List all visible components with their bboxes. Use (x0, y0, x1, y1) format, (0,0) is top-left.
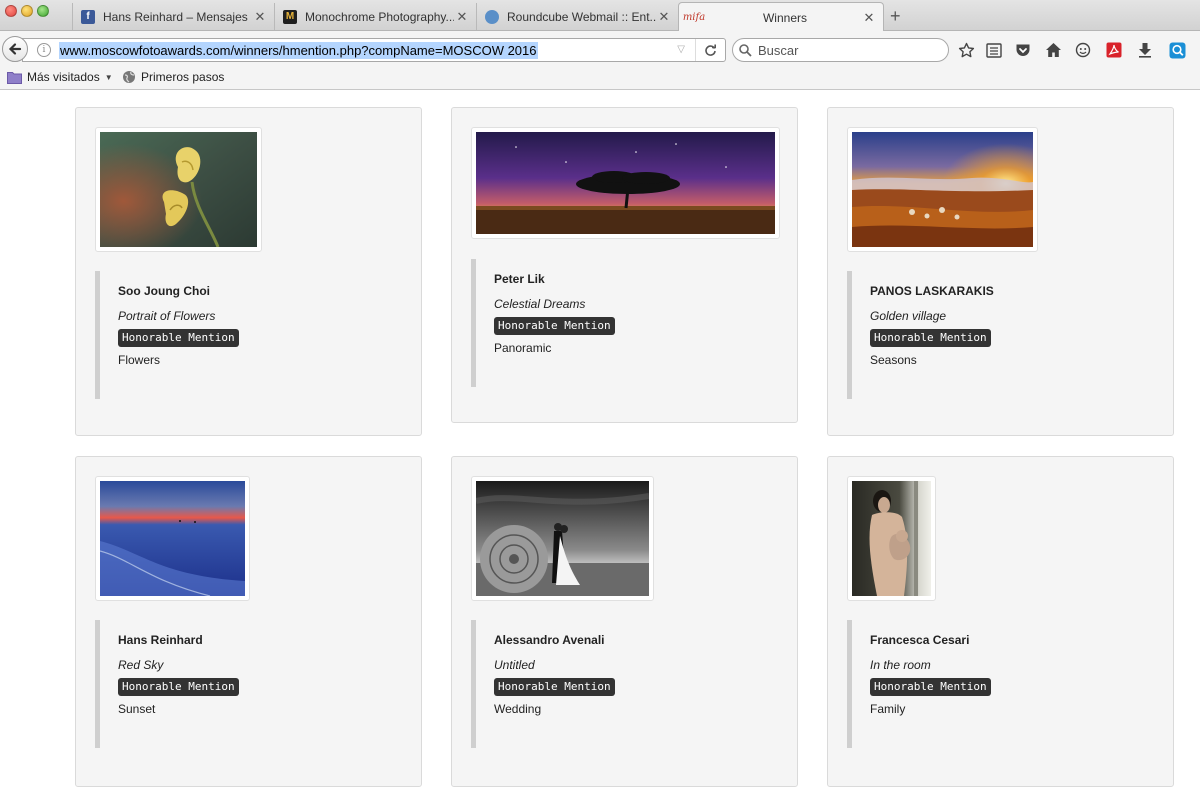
winner-author: Soo Joung Choi (118, 284, 210, 298)
tab-winners[interactable]: mifa Winners ✕ (678, 2, 884, 32)
address-bar[interactable]: i www.moscowfotoawards.com/winners/hment… (22, 38, 726, 62)
winner-title: Red Sky (118, 658, 164, 672)
winner-photo[interactable] (471, 127, 780, 239)
downloads-icon[interactable] (1136, 41, 1154, 59)
new-tab-icon[interactable]: + (890, 6, 901, 27)
close-icon[interactable]: ✕ (861, 10, 877, 26)
winner-card: Francesca Cesari In the room Honorable M… (827, 456, 1174, 787)
winner-title: Untitled (494, 658, 535, 672)
winner-card: PANOS LASKARAKIS Golden village Honorabl… (827, 107, 1174, 436)
winner-info: PANOS LASKARAKIS Golden village Honorabl… (847, 271, 994, 399)
url-text[interactable]: www.moscowfotoawards.com/winners/hmentio… (59, 41, 538, 59)
winner-category: Panoramic (494, 341, 552, 355)
acrobat-icon[interactable] (1105, 41, 1123, 59)
winner-card: Peter Lik Celestial Dreams Honorable Men… (451, 107, 798, 423)
hello-chat-icon[interactable] (1074, 41, 1092, 59)
tree-under-milky-way-photo (476, 132, 775, 234)
winner-author: Hans Reinhard (118, 633, 203, 647)
winner-card: Soo Joung Choi Portrait of Flowers Honor… (75, 107, 422, 436)
folder-icon (7, 71, 22, 84)
roundcube-icon (485, 9, 499, 24)
winner-category: Sunset (118, 702, 156, 716)
back-arrow-icon (8, 43, 22, 55)
award-badge: Honorable Mention (118, 329, 239, 347)
mifa-icon: mifa (682, 12, 706, 23)
reload-icon (705, 44, 716, 56)
close-icon[interactable]: ✕ (454, 9, 470, 25)
winner-info: Soo Joung Choi Portrait of Flowers Honor… (95, 271, 239, 399)
winner-photo[interactable] (471, 476, 654, 601)
site-info-icon[interactable]: i (37, 43, 51, 57)
winner-title: Golden village (870, 309, 947, 323)
award-badge: Honorable Mention (494, 317, 615, 335)
winner-info: Francesca Cesari In the room Honorable M… (847, 620, 991, 748)
monochrome-m-icon: M (283, 9, 297, 24)
tab-monochrome[interactable]: M Monochrome Photography... ✕ (274, 3, 476, 30)
tab-strip: f Hans Reinhard – Mensajes ✕ M Monochrom… (0, 0, 1200, 32)
bookmark-primeros-pasos[interactable]: Primeros pasos (122, 70, 224, 84)
wedding-hay-bale-photo (476, 481, 649, 596)
winner-card: Alessandro Avenali Untitled Honorable Me… (451, 456, 798, 787)
search-icon (739, 43, 752, 57)
home-icon[interactable] (1044, 41, 1062, 59)
minimize-window-button[interactable] (21, 5, 33, 17)
award-badge: Honorable Mention (494, 678, 615, 696)
winner-photo[interactable] (847, 476, 936, 601)
close-icon[interactable]: ✕ (252, 9, 268, 25)
tab-title: Roundcube Webmail :: Ent... (507, 9, 656, 24)
yellow-calla-lily-photo (100, 132, 257, 247)
award-badge: Honorable Mention (870, 329, 991, 347)
winner-photo[interactable] (95, 127, 262, 252)
back-button[interactable] (2, 36, 28, 62)
search-placeholder: Buscar (758, 42, 799, 58)
winner-category: Family (870, 702, 906, 716)
winner-info: Alessandro Avenali Untitled Honorable Me… (471, 620, 615, 748)
mother-child-window-photo (852, 481, 931, 596)
winner-info: Peter Lik Celestial Dreams Honorable Men… (471, 259, 615, 387)
screenshot-extension-icon[interactable] (1168, 41, 1186, 59)
page-content: Soo Joung Choi Portrait of Flowers Honor… (0, 91, 1200, 793)
bookmark-label: Más visitados (27, 70, 100, 84)
winner-info: Hans Reinhard Red Sky Honorable Mention … (95, 620, 239, 748)
close-window-button[interactable] (5, 5, 17, 17)
bookmarks-toolbar: Más visitados ▼ Primeros pasos (0, 66, 1200, 90)
winner-category: Seasons (870, 353, 917, 367)
winner-category: Wedding (494, 702, 542, 716)
winner-author: Francesca Cesari (870, 633, 970, 647)
facebook-icon: f (81, 9, 95, 24)
tab-title: Winners (762, 10, 807, 25)
navigation-toolbar: i www.moscowfotoawards.com/winners/hment… (0, 31, 1200, 66)
winner-photo[interactable] (95, 476, 250, 601)
bookmark-star-icon[interactable] (957, 41, 975, 59)
bookmark-label: Primeros pasos (141, 70, 225, 84)
close-icon[interactable]: ✕ (656, 9, 672, 25)
winner-category: Flowers (118, 353, 161, 367)
chevron-down-icon: ▼ (104, 72, 113, 82)
tab-facebook[interactable]: f Hans Reinhard – Mensajes ✕ (72, 3, 274, 30)
winner-title: Portrait of Flowers (118, 309, 216, 323)
autumn-village-sunset-photo (852, 132, 1033, 247)
history-dropdown-icon[interactable]: ▽ (677, 44, 685, 55)
award-badge: Honorable Mention (118, 678, 239, 696)
winner-title: In the room (870, 658, 931, 672)
pocket-icon[interactable] (1014, 41, 1032, 59)
blue-sea-red-sky-photo (100, 481, 245, 596)
reload-button[interactable] (695, 39, 725, 61)
winner-author: Alessandro Avenali (494, 633, 605, 647)
award-badge: Honorable Mention (870, 678, 991, 696)
globe-icon (122, 70, 136, 84)
tab-title: Monochrome Photography... (305, 9, 454, 24)
winner-author: PANOS LASKARAKIS (870, 284, 994, 298)
zoom-window-button[interactable] (37, 5, 49, 17)
tab-title: Hans Reinhard – Mensajes (103, 9, 248, 24)
bookmark-mas-visitados[interactable]: Más visitados ▼ (7, 70, 113, 84)
bookmarks-library-icon[interactable] (985, 41, 1003, 59)
winner-photo[interactable] (847, 127, 1038, 252)
winner-card: Hans Reinhard Red Sky Honorable Mention … (75, 456, 422, 787)
winner-title: Celestial Dreams (494, 297, 586, 311)
search-input[interactable]: Buscar (732, 38, 949, 62)
winner-author: Peter Lik (494, 272, 545, 286)
tab-roundcube[interactable]: Roundcube Webmail :: Ent... ✕ (476, 3, 678, 30)
